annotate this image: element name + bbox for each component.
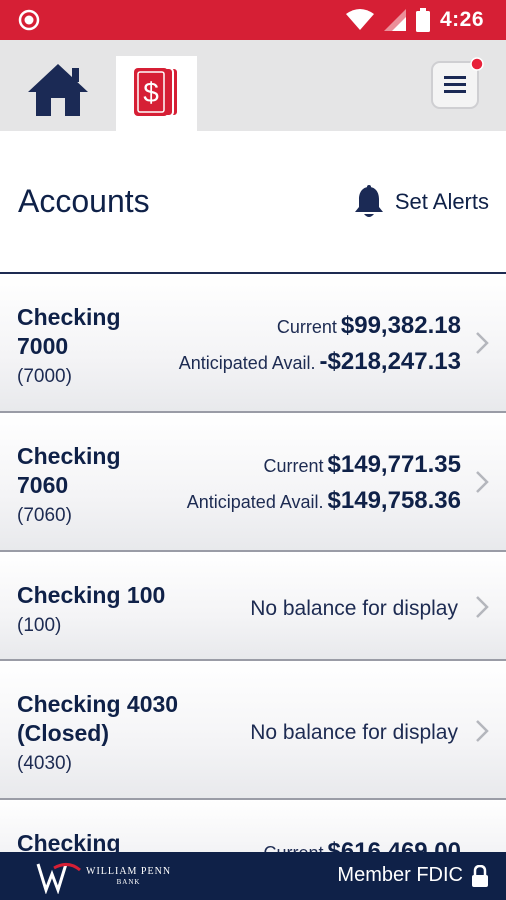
menu-button[interactable] <box>430 57 484 110</box>
bell-icon <box>354 185 383 217</box>
no-balance-text: No balance for display <box>250 597 458 620</box>
status-time: 4:26 <box>439 8 484 31</box>
anticipated-value: $149,758.36 <box>327 487 461 514</box>
tab-accounts[interactable]: $ <box>116 56 197 131</box>
battery-icon <box>415 8 430 32</box>
account-number: (4030) <box>17 753 72 774</box>
footer-bar: WILLIAM PENN BANK Member FDIC <box>0 852 506 900</box>
chevron-right-icon <box>476 471 489 493</box>
anticipated-value: -$218,247.13 <box>319 348 461 375</box>
fdic-label: Member FDIC <box>337 864 463 886</box>
status-bar: 4:26 <box>0 0 506 40</box>
lock-icon <box>472 864 488 887</box>
accounts-list: Checking 7000 (7000) Current $99,382.18 … <box>0 274 506 880</box>
wifi-icon <box>345 9 374 30</box>
account-name: Checking 7000 <box>17 303 121 361</box>
cell-signal-icon <box>383 9 406 31</box>
home-icon[interactable] <box>26 62 90 118</box>
set-alerts-button[interactable]: Set Alerts <box>353 185 489 219</box>
account-name-line2: (Closed) <box>17 720 109 746</box>
account-name: Checking 4030 (Closed) <box>17 690 178 748</box>
set-alerts-label: Set Alerts <box>394 189 489 214</box>
account-name-line1: Checking <box>17 304 121 330</box>
anticipated-balance: Anticipated Avail. $149,758.36 <box>187 487 461 515</box>
anticipated-label: Anticipated Avail. <box>178 353 316 373</box>
current-label: Current <box>263 456 324 476</box>
top-nav: $ <box>0 40 506 131</box>
chevron-right-icon <box>476 720 489 742</box>
current-balance: Current $149,771.35 <box>264 451 462 479</box>
account-row-7060[interactable]: Checking 7060 (7060) Current $149,771.35… <box>0 413 506 552</box>
account-number: (100) <box>17 615 62 636</box>
account-name: Checking 7060 <box>17 442 121 500</box>
account-row-4030[interactable]: Checking 4030 (Closed) (4030) No balance… <box>0 661 506 800</box>
account-name-line1: Checking <box>17 443 121 469</box>
notification-dot-icon <box>470 57 484 71</box>
account-name-line2: 7000 <box>17 333 69 359</box>
chevron-right-icon <box>476 332 489 354</box>
member-fdic: Member FDIC <box>337 864 489 887</box>
record-icon <box>18 9 40 31</box>
anticipated-label: Anticipated Avail. <box>186 492 324 512</box>
chevron-right-icon <box>476 596 489 618</box>
current-value: $99,382.18 <box>340 312 461 339</box>
anticipated-balance: Anticipated Avail. -$218,247.13 <box>179 348 461 376</box>
svg-text:$: $ <box>143 77 159 108</box>
account-row-7000[interactable]: Checking 7000 (7000) Current $99,382.18 … <box>0 274 506 413</box>
bank-logo-text: WILLIAM PENN BANK <box>86 867 171 887</box>
accounts-dollar-icon: $ <box>134 67 179 117</box>
accounts-header: Accounts Set Alerts <box>0 131 506 273</box>
no-balance-text: No balance for display <box>250 721 458 744</box>
current-value: $149,771.35 <box>327 451 461 478</box>
current-balance: Current $99,382.18 <box>277 312 461 340</box>
current-label: Current <box>276 317 337 337</box>
logo-line2: BANK <box>116 878 141 886</box>
account-number: (7060) <box>17 505 72 526</box>
bank-logo: WILLIAM PENN BANK <box>36 860 171 894</box>
account-name: Checking 100 <box>17 582 166 608</box>
account-row-100[interactable]: Checking 100 (100) No balance for displa… <box>0 552 506 661</box>
account-name-line1: Checking 4030 <box>17 691 179 717</box>
account-name-line2: 7060 <box>17 472 69 498</box>
account-number: (7000) <box>17 366 72 387</box>
bank-logo-icon <box>36 863 81 894</box>
logo-line1: WILLIAM PENN <box>86 866 172 877</box>
page-title: Accounts <box>18 183 150 219</box>
